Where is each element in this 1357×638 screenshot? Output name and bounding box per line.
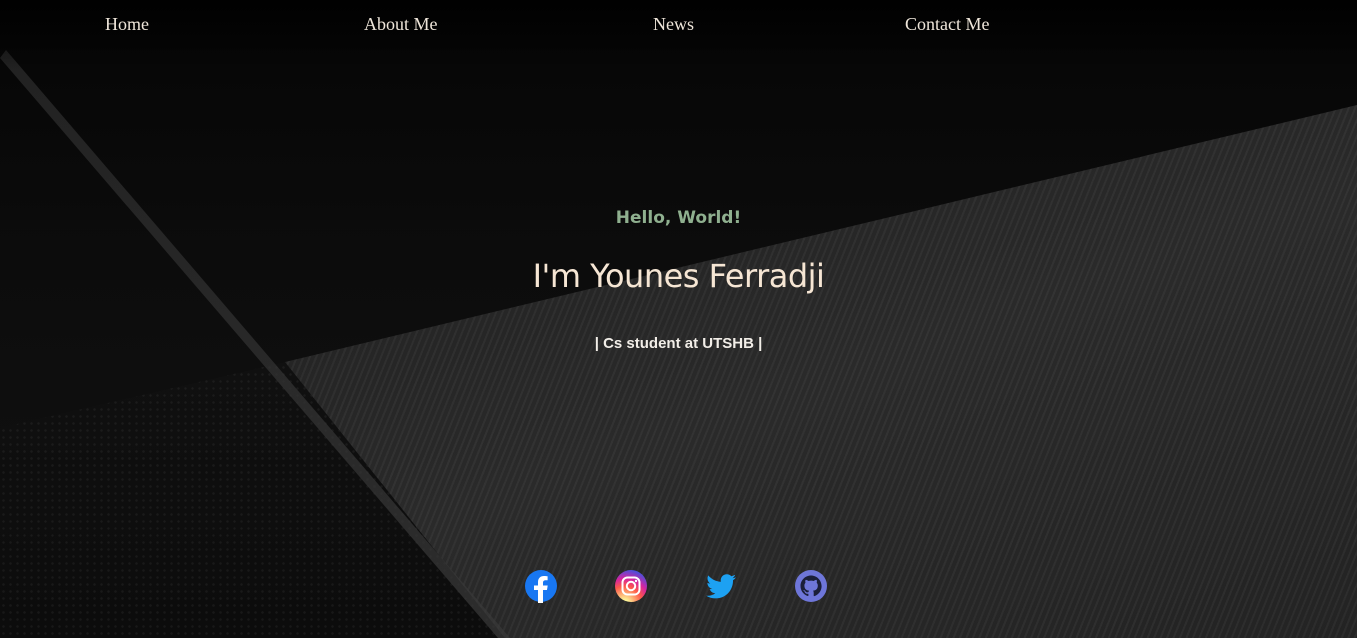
github-link[interactable] — [794, 569, 828, 603]
top-navigation: Home About Me News Contact Me — [0, 0, 1357, 50]
social-links — [0, 569, 1357, 603]
hero-tagline: | Cs student at UTSHB | — [594, 335, 763, 352]
nav-link-contact-me[interactable]: Contact Me — [905, 14, 989, 35]
github-icon — [795, 570, 827, 602]
twitter-link[interactable] — [704, 569, 738, 603]
nav-link-home[interactable]: Home — [105, 14, 149, 35]
hero-name-heading: I'm Younes Ferradji — [532, 257, 825, 295]
page: Home About Me News Contact Me Hello, Wor… — [0, 0, 1357, 638]
nav-link-news[interactable]: News — [653, 14, 694, 35]
facebook-link[interactable] — [524, 569, 558, 603]
nav-link-about-me[interactable]: About Me — [364, 14, 438, 35]
instagram-icon — [615, 570, 647, 602]
instagram-link[interactable] — [614, 569, 648, 603]
facebook-icon — [525, 570, 557, 603]
twitter-icon — [706, 574, 736, 599]
hero-greeting: Hello, World! — [615, 208, 742, 228]
